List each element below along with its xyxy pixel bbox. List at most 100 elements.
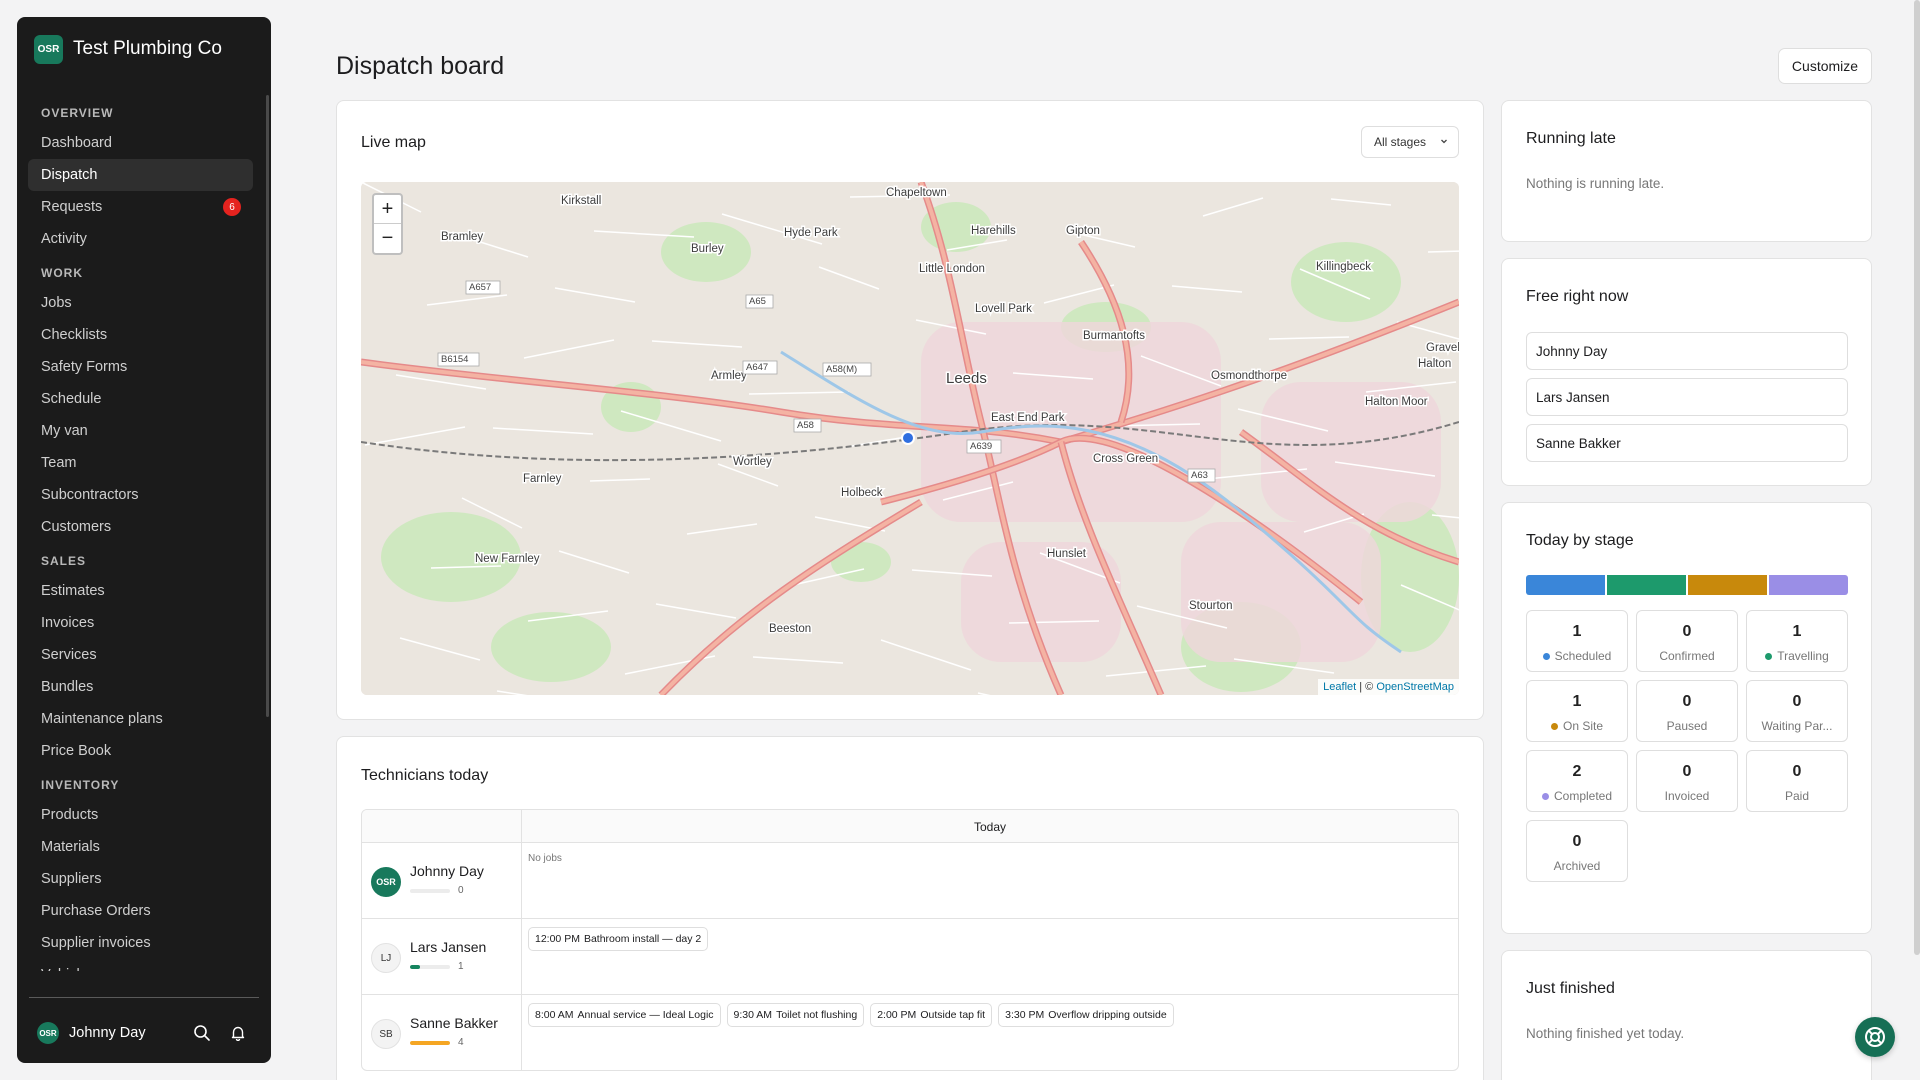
- map-road-label: A58: [797, 420, 814, 431]
- stage-tile-on-site[interactable]: 1 On Site: [1526, 680, 1628, 742]
- stage-tile-confirmed[interactable]: 0 Confirmed: [1636, 610, 1738, 672]
- sidebar-item-vehicles[interactable]: Vehicles: [28, 959, 253, 971]
- zoom-out-button[interactable]: −: [374, 224, 401, 253]
- map-park: [1291, 242, 1401, 322]
- stage-tile-waiting-par[interactable]: 0 Waiting Par...: [1746, 680, 1848, 742]
- stage-tile-completed[interactable]: 2 Completed: [1526, 750, 1628, 812]
- sidebar-item-subcontractors[interactable]: Subcontractors: [28, 479, 253, 511]
- job-chip[interactable]: 2:00 PM Outside tap fit: [870, 1003, 993, 1027]
- no-jobs-label: No jobs: [528, 853, 562, 864]
- sidebar-item-dashboard[interactable]: Dashboard: [28, 127, 253, 159]
- free-technician-item[interactable]: Sanne Bakker: [1526, 424, 1848, 462]
- sidebar-item-my-van[interactable]: My van: [28, 415, 253, 447]
- user-name[interactable]: Johnny Day: [69, 1025, 179, 1041]
- sidebar-item-label: Bundles: [41, 679, 94, 695]
- sidebar-item-materials[interactable]: Materials: [28, 831, 253, 863]
- sidebar-item-suppliers[interactable]: Suppliers: [28, 863, 253, 895]
- stage-tile-paused[interactable]: 0 Paused: [1636, 680, 1738, 742]
- stage-label-wrap: Paused: [1637, 719, 1737, 733]
- brand[interactable]: OSR Test Plumbing Co: [17, 17, 271, 81]
- zoom-in-button[interactable]: +: [374, 195, 401, 224]
- sidebar-item-dispatch[interactable]: Dispatch: [28, 159, 253, 191]
- map-view[interactable]: Kirkstall Chapeltown Harehills Gipton Bramle…: [361, 182, 1459, 695]
- sidebar-item-supplier-invoices[interactable]: Supplier invoices: [28, 927, 253, 959]
- sidebar-item-price-book[interactable]: Price Book: [28, 735, 253, 767]
- job-time: 9:30 AM: [733, 1009, 773, 1021]
- sidebar-item-requests[interactable]: Requests 6: [28, 191, 253, 223]
- sidebar-item-label: Requests: [41, 199, 103, 215]
- free-technician-item[interactable]: Johnny Day: [1526, 332, 1848, 370]
- stage-label-wrap: On Site: [1527, 719, 1627, 733]
- technician-progress-fill: [410, 1041, 450, 1045]
- map-place-label: Wortley: [733, 456, 772, 468]
- job-chip[interactable]: 9:30 AM Toilet not flushing: [726, 1003, 865, 1027]
- job-time: 8:00 AM: [535, 1009, 574, 1021]
- stage-tile-scheduled[interactable]: 1 Scheduled: [1526, 610, 1628, 672]
- technician-name[interactable]: Johnny Day: [410, 863, 484, 879]
- stage-label-wrap: Travelling: [1747, 649, 1847, 663]
- job-chip[interactable]: 3:30 PM Overflow dripping outside: [998, 1003, 1174, 1027]
- stage-tile-invoiced[interactable]: 0 Invoiced: [1636, 750, 1738, 812]
- sidebar-item-jobs[interactable]: Jobs: [28, 287, 253, 319]
- technician-job-count: 0: [458, 885, 464, 896]
- stage-count: 0: [1792, 763, 1802, 780]
- user-avatar[interactable]: OSR: [37, 1022, 59, 1044]
- sidebar-item-services[interactable]: Services: [28, 639, 253, 671]
- map-tiles[interactable]: Kirkstall Chapeltown Harehills Gipton Bramle…: [361, 182, 1459, 695]
- stage-tile-travelling[interactable]: 1 Travelling: [1746, 610, 1848, 672]
- customize-button[interactable]: Customize: [1778, 48, 1872, 84]
- job-time: 3:30 PM: [1005, 1009, 1045, 1021]
- job-time: 2:00 PM: [877, 1009, 917, 1021]
- map-place-label: Holbeck: [841, 487, 883, 499]
- stage-dot-icon: [1550, 723, 1558, 730]
- stage-label: Waiting Par...: [1761, 719, 1833, 733]
- running-late-title: Running late: [1526, 130, 1616, 147]
- sidebar-item-activity[interactable]: Activity: [28, 223, 253, 255]
- help-lifebuoy-icon[interactable]: [1855, 1017, 1895, 1057]
- map-road-label: A65: [749, 296, 766, 307]
- sidebar-item-label: Products: [41, 807, 99, 823]
- sidebar-item-safety-forms[interactable]: Safety Forms: [28, 351, 253, 383]
- technicians-card: Technicians today Today OSR Johnny Day 0 No…: [336, 736, 1484, 1080]
- sidebar-item-label: My van: [41, 423, 88, 439]
- column-today: Today: [973, 819, 1007, 834]
- sidebar-scrollbar[interactable]: [266, 95, 269, 717]
- sidebar-item-bundles[interactable]: Bundles: [28, 671, 253, 703]
- sidebar-item-team[interactable]: Team: [28, 447, 253, 479]
- stage-filter-select[interactable]: All stages: [1361, 126, 1459, 158]
- sidebar-item-invoices[interactable]: Invoices: [28, 607, 253, 639]
- stage-tile-paid[interactable]: 0 Paid: [1746, 750, 1848, 812]
- technician-avatar: OSR: [371, 867, 401, 897]
- page-scrollbar[interactable]: [1914, 0, 1920, 955]
- free-technician-item[interactable]: Lars Jansen: [1526, 378, 1848, 416]
- technician-name[interactable]: Sanne Bakker: [410, 1015, 498, 1031]
- technician-row: OSR Johnny Day 0 No jobs: [362, 843, 1458, 919]
- sidebar-divider: [29, 997, 259, 998]
- stage-count: 0: [1792, 693, 1802, 710]
- sidebar-item-estimates[interactable]: Estimates: [28, 575, 253, 607]
- job-chip[interactable]: 8:00 AM Annual service — Ideal Logic: [528, 1003, 721, 1027]
- search-icon[interactable]: [189, 1020, 215, 1046]
- map-place-label: Killingbeck: [1316, 261, 1371, 273]
- sidebar-item-label: Checklists: [41, 327, 108, 343]
- sidebar-item-customers[interactable]: Customers: [28, 511, 253, 543]
- stage-count: 1: [1572, 693, 1582, 710]
- sidebar-item-label: Customers: [41, 519, 112, 535]
- technician-progress-bar: [410, 889, 450, 893]
- stage-count: 2: [1572, 763, 1582, 780]
- sidebar-item-schedule[interactable]: Schedule: [28, 383, 253, 415]
- nav-section-work: WORK: [41, 265, 83, 280]
- sidebar-item-maintenance-plans[interactable]: Maintenance plans: [28, 703, 253, 735]
- map-place-label: Hunslet: [1047, 548, 1087, 560]
- stage-dot-icon: [1542, 653, 1550, 660]
- bell-icon[interactable]: [225, 1020, 251, 1046]
- sidebar-item-products[interactable]: Products: [28, 799, 253, 831]
- stage-tile-archived[interactable]: 0 Archived: [1526, 820, 1628, 882]
- osm-link[interactable]: OpenStreetMap: [1376, 681, 1454, 693]
- nav-section-sales: SALES: [41, 553, 87, 568]
- technician-name[interactable]: Lars Jansen: [410, 939, 486, 955]
- sidebar-item-checklists[interactable]: Checklists: [28, 319, 253, 351]
- leaflet-link[interactable]: Leaflet: [1323, 681, 1356, 693]
- sidebar-item-purchase-orders[interactable]: Purchase Orders: [28, 895, 253, 927]
- job-chip[interactable]: 12:00 PM Bathroom install — day 2: [528, 927, 709, 951]
